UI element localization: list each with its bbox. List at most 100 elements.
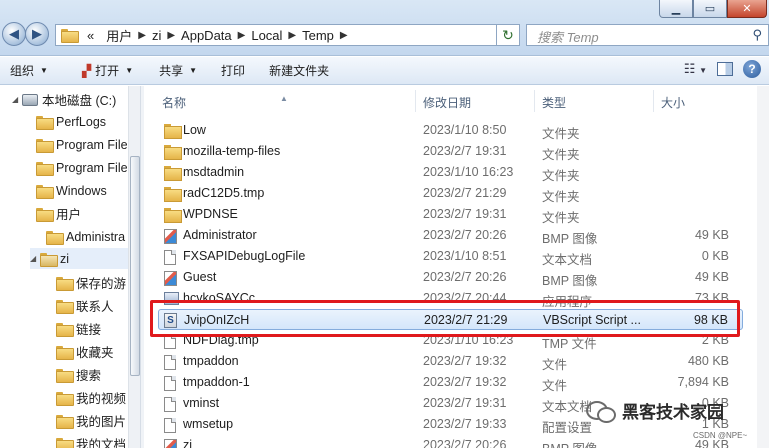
nav-item-users[interactable]: 用户 bbox=[36, 203, 81, 224]
nav-item-administrator[interactable]: Administra bbox=[46, 226, 125, 247]
nav-scrollbar[interactable] bbox=[128, 86, 140, 448]
nav-item-perflogs[interactable]: PerfLogs bbox=[36, 111, 106, 132]
nav-item-links[interactable]: 链接 bbox=[56, 318, 101, 339]
column-header-name[interactable]: 名称 bbox=[162, 94, 186, 111]
expanded-triangle-icon[interactable]: ◢ bbox=[12, 95, 22, 104]
nav-item-program-files-x86[interactable]: Program File bbox=[36, 157, 128, 178]
nav-item-saved-games[interactable]: 保存的游 bbox=[56, 272, 126, 293]
videos-icon bbox=[56, 391, 74, 406]
file-row[interactable]: Guest 2023/2/7 20:26 BMP 图像 49 KB bbox=[158, 267, 743, 288]
file-name: Low bbox=[183, 123, 206, 137]
pane-splitter[interactable] bbox=[140, 86, 144, 448]
share-button[interactable]: 共享 ▼ bbox=[143, 59, 207, 83]
breadcrumb-temp[interactable]: Temp bbox=[296, 28, 340, 43]
share-label: 共享 bbox=[159, 64, 184, 78]
print-button[interactable]: 打印 bbox=[207, 59, 255, 83]
column-divider[interactable] bbox=[415, 90, 416, 112]
file-row[interactable]: FXSAPIDebugLogFile 2023/1/10 8:51 文本文档 0 KB bbox=[158, 246, 743, 267]
column-header-size[interactable]: 大小 bbox=[661, 94, 685, 111]
file-type: 文件夹 bbox=[542, 211, 580, 225]
nav-item-program-files[interactable]: Program File bbox=[36, 134, 128, 155]
help-icon[interactable]: ? bbox=[743, 60, 761, 78]
file-type: 配置设置 bbox=[542, 421, 593, 435]
file-name: radC12D5.tmp bbox=[183, 186, 265, 200]
chevron-right-icon[interactable]: ▶ bbox=[288, 30, 296, 41]
open-button[interactable]: ▞ 打开 ▼ bbox=[58, 59, 143, 83]
column-header-date[interactable]: 修改日期 bbox=[423, 94, 471, 111]
file-type: BMP 图像 bbox=[542, 274, 598, 288]
chevron-right-icon[interactable]: ▶ bbox=[138, 30, 146, 41]
file-row[interactable]: mozilla-temp-files 2023/2/7 19:31 文件夹 bbox=[158, 141, 743, 162]
chevron-down-icon: ▼ bbox=[125, 66, 134, 75]
file-size: 49 KB bbox=[694, 270, 729, 284]
address-bar[interactable]: « 用户 ▶ zi ▶ AppData ▶ Local ▶ Temp ▶ bbox=[55, 24, 520, 46]
file-row[interactable]: msdtadmin 2023/1/10 16:23 文件夹 bbox=[158, 162, 743, 183]
title-address-bar: ▁ ▭ ✕ ◀ ▶ « 用户 ▶ zi ▶ AppData ▶ Local ▶ … bbox=[0, 0, 769, 56]
file-row[interactable]: radC12D5.tmp 2023/2/7 21:29 文件夹 bbox=[158, 183, 743, 204]
navigation-pane: ◢ 本地磁盘 (C:) PerfLogs Program File Progra… bbox=[0, 86, 140, 448]
nav-item-searches[interactable]: 搜索 bbox=[56, 364, 101, 385]
nav-item-zi[interactable]: ◢ zi bbox=[30, 248, 130, 269]
file-row[interactable]: WPDNSE 2023/2/7 19:31 文件夹 bbox=[158, 204, 743, 225]
column-divider[interactable] bbox=[653, 90, 654, 112]
nav-scrollbar-thumb[interactable] bbox=[130, 156, 140, 376]
search-input[interactable]: 搜索 Temp ⚲ bbox=[526, 24, 769, 46]
nav-item-favorites[interactable]: 收藏夹 bbox=[56, 341, 114, 362]
folder-icon bbox=[46, 230, 64, 245]
minimize-icon[interactable]: ▁ bbox=[659, 0, 693, 18]
close-icon[interactable]: ✕ bbox=[727, 0, 767, 18]
forward-arrow-icon[interactable]: ▶ bbox=[25, 22, 49, 46]
open-label: 打开 bbox=[95, 64, 120, 78]
file-row[interactable]: Administrator 2023/2/7 20:26 BMP 图像 49 KB bbox=[158, 225, 743, 246]
file-row[interactable]: Low 2023/1/10 8:50 文件夹 bbox=[158, 120, 743, 141]
pictures-icon bbox=[56, 414, 74, 429]
file-row[interactable]: zi2023/2/7 20:26BMP 图像49 KB bbox=[158, 435, 743, 448]
chevron-right-icon[interactable]: ▶ bbox=[167, 30, 175, 41]
file-size: 49 KB bbox=[694, 228, 729, 242]
file-date: 2023/2/7 20:26 bbox=[423, 228, 507, 242]
refresh-icon[interactable]: ↻ bbox=[496, 24, 520, 46]
saved-games-icon bbox=[56, 276, 74, 291]
column-divider[interactable] bbox=[534, 90, 535, 112]
chevron-right-icon[interactable]: ▶ bbox=[238, 30, 246, 41]
preview-pane-icon[interactable] bbox=[717, 62, 733, 76]
nav-item-my-pictures[interactable]: 我的图片 bbox=[56, 410, 126, 431]
breadcrumb-zi[interactable]: zi bbox=[146, 28, 167, 43]
file-date: 2023/2/7 19:31 bbox=[423, 144, 507, 158]
new-folder-button[interactable]: 新建文件夹 bbox=[255, 59, 339, 83]
expanded-triangle-icon[interactable]: ◢ bbox=[30, 254, 40, 263]
nav-item-my-documents[interactable]: 我的文档 bbox=[56, 433, 126, 448]
back-arrow-icon[interactable]: ◀ bbox=[2, 22, 26, 46]
file-date: 2023/1/10 16:23 bbox=[423, 165, 514, 179]
folder-icon bbox=[36, 207, 54, 222]
links-icon bbox=[56, 322, 74, 337]
file-name: mozilla-temp-files bbox=[183, 144, 281, 158]
file-date: 2023/2/7 19:31 bbox=[423, 207, 507, 221]
text-document-icon bbox=[164, 418, 176, 433]
breadcrumb-users[interactable]: 用户 bbox=[100, 26, 138, 45]
nav-item-contacts[interactable]: 联系人 bbox=[56, 295, 114, 316]
view-options-icon[interactable]: ☷ ▼ bbox=[684, 61, 707, 77]
file-date: 2023/1/10 8:50 bbox=[423, 123, 507, 137]
file-row[interactable]: tmpaddon-1 2023/2/7 19:32 文件 7,894 KB bbox=[158, 372, 743, 393]
breadcrumb-appdata[interactable]: AppData bbox=[175, 28, 238, 43]
column-header-type[interactable]: 类型 bbox=[542, 94, 566, 111]
nav-label: 搜索 bbox=[76, 369, 102, 383]
breadcrumb-prefix[interactable]: « bbox=[81, 28, 100, 43]
nav-label: 本地磁盘 (C:) bbox=[42, 94, 117, 108]
organize-button[interactable]: 组织 ▼ bbox=[0, 59, 58, 83]
nav-item-my-videos[interactable]: 我的视频 bbox=[56, 387, 126, 408]
nav-item-windows[interactable]: Windows bbox=[36, 180, 107, 201]
file-row[interactable]: tmpaddon 2023/2/7 19:32 文件 480 KB bbox=[158, 351, 743, 372]
file-name: Guest bbox=[183, 270, 217, 284]
breadcrumb-local[interactable]: Local bbox=[245, 28, 288, 43]
nav-label: Program File bbox=[56, 137, 128, 152]
file-type: 文件夹 bbox=[542, 169, 580, 183]
maximize-icon[interactable]: ▭ bbox=[693, 0, 727, 18]
nav-item-local-disk[interactable]: ◢ 本地磁盘 (C:) bbox=[12, 89, 116, 110]
searches-icon bbox=[56, 368, 74, 383]
search-icon[interactable]: ⚲ bbox=[752, 27, 762, 43]
nav-label: PerfLogs bbox=[56, 114, 107, 129]
file-list-scrollbar[interactable] bbox=[757, 86, 769, 448]
chevron-right-icon[interactable]: ▶ bbox=[340, 30, 348, 41]
